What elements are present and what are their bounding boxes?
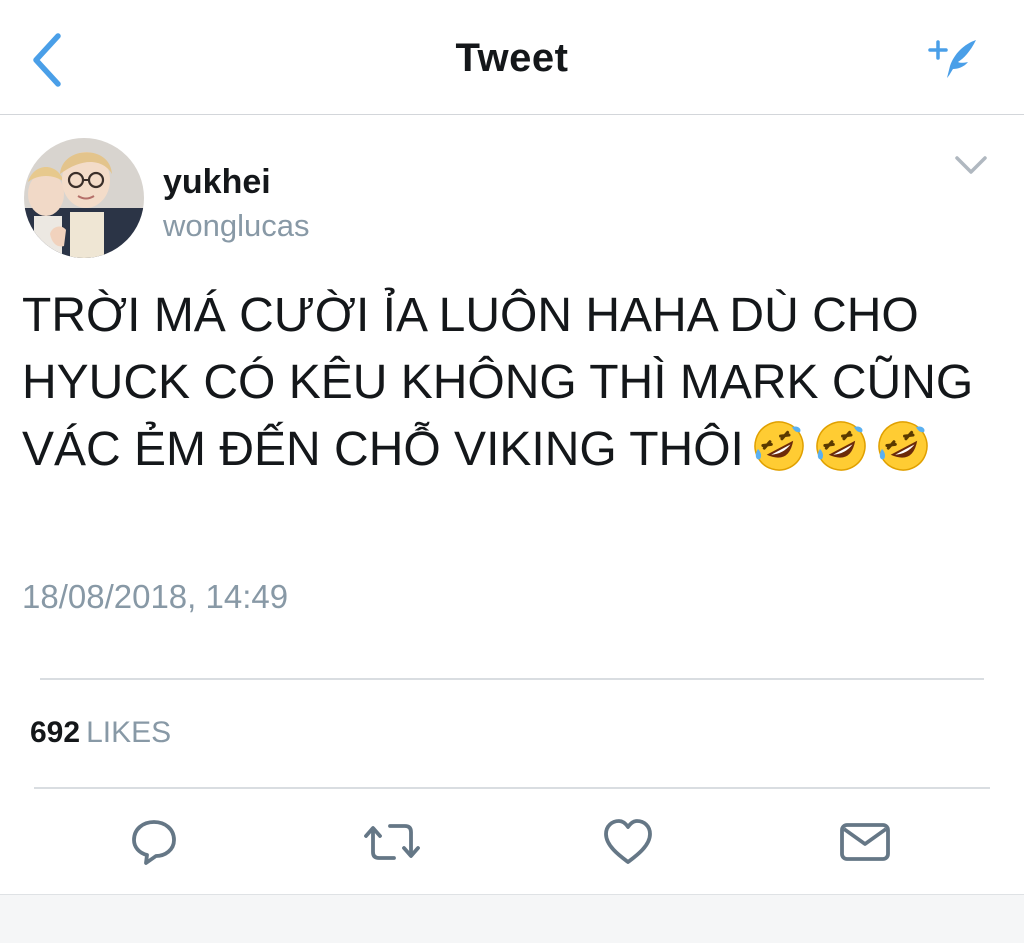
rolling-on-floor-laughing-emoji-icon xyxy=(878,421,928,471)
divider xyxy=(40,678,984,680)
rolling-on-floor-laughing-emoji-icon xyxy=(816,421,866,471)
author-display-name[interactable]: yukhei xyxy=(163,163,271,202)
author-handle[interactable]: wonglucas xyxy=(163,208,309,244)
likes-label: LIKES xyxy=(86,716,172,749)
tweet-text: TRỜI MÁ CƯỜI ỈA LUÔN HAHA DÙ CHO HYUCK C… xyxy=(22,282,1012,483)
chevron-down-icon[interactable] xyxy=(953,150,989,178)
page-title: Tweet xyxy=(455,36,569,80)
avatar[interactable] xyxy=(24,138,144,258)
retweet-icon[interactable] xyxy=(360,816,424,868)
likes-stat[interactable]: 692 LIKES xyxy=(30,716,171,750)
navigation-bar: Tweet xyxy=(0,0,1024,115)
envelope-icon[interactable] xyxy=(837,816,893,868)
reply-icon[interactable] xyxy=(126,816,182,868)
compose-tweet-icon[interactable] xyxy=(928,36,980,82)
tweet-timestamp: 18/08/2018, 14:49 xyxy=(22,578,289,615)
divider xyxy=(34,787,990,789)
likes-count: 692 xyxy=(30,716,81,749)
heart-icon[interactable] xyxy=(600,816,656,868)
bottom-bar xyxy=(0,894,1024,943)
rolling-on-floor-laughing-emoji-icon xyxy=(754,421,804,471)
